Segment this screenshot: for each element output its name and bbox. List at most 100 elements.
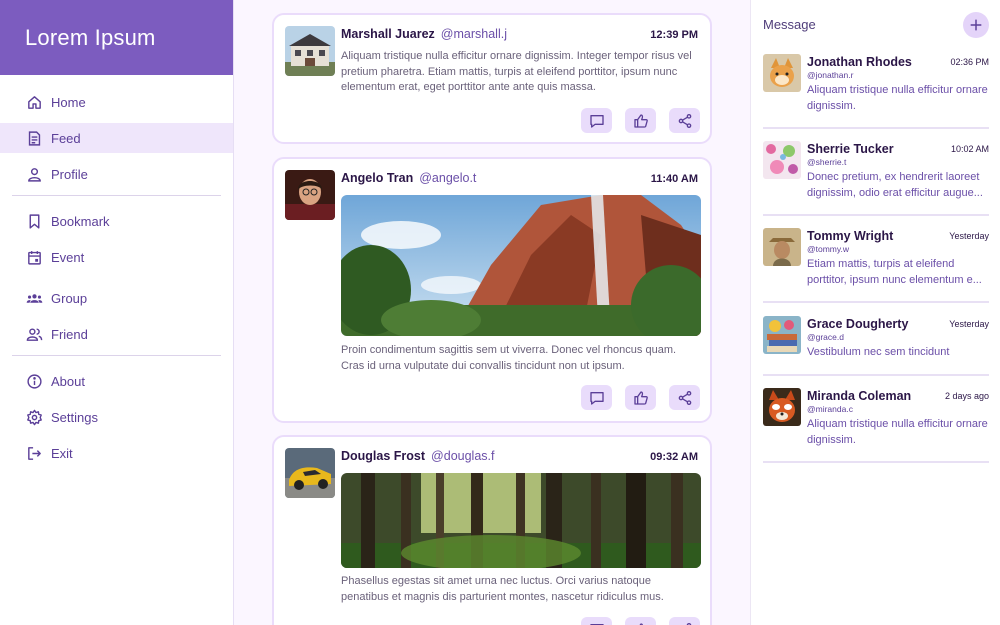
comment-button[interactable] [581,617,612,625]
nav-item-exit[interactable]: Exit [0,438,233,468]
share-icon [678,113,691,128]
avatar[interactable] [285,170,335,220]
like-button[interactable] [625,108,656,133]
nav-item-home[interactable]: Home [0,87,233,117]
new-message-button[interactable] [963,12,989,38]
nav-label-event: Event [51,249,85,265]
feed-icon [25,129,43,147]
post-author-handle[interactable]: @marshall.j [441,27,507,41]
feed[interactable]: Marshall Juarez @marshall.j 12:39 PM Ali… [234,0,750,625]
nav-item-about[interactable]: About [0,366,233,396]
message-sender-handle: @miranda.c [807,404,853,414]
nav-label-exit: Exit [51,445,73,461]
nav-item-friend[interactable]: Friend [0,319,233,349]
post-author-name[interactable]: Marshall Juarez [341,27,435,41]
comment-button[interactable] [581,385,612,410]
comment-button[interactable] [581,108,612,133]
share-icon [686,622,691,625]
message-sender-name: Miranda Coleman [807,389,912,403]
post-card: Douglas Frost @douglas.f 09:32 AM Phasel… [272,435,712,625]
message-sender-name: Grace Dougherty [807,317,909,331]
post-author-handle[interactable]: @douglas.f [431,449,494,463]
thumbs-up-icon [633,390,648,405]
post-time: 11:40 AM [650,173,698,185]
info-icon [25,372,43,390]
plus-icon [970,19,982,31]
post-author-handle[interactable]: @angelo.t [419,171,476,185]
calendar-icon [25,248,43,266]
avatar [763,388,801,426]
message-item[interactable]: Miranda Coleman 2 days ago @miranda.c Al… [763,388,989,463]
comment-icon [589,114,604,128]
comment-icon [589,623,604,625]
messages-title: Message [763,17,816,32]
post-card: Angelo Tran @angelo.t 11:40 AM Proin con… [272,157,712,423]
nav-item-settings[interactable]: Settings [0,402,233,432]
app-title: Lorem Ipsum [0,0,233,75]
post-author-name[interactable]: Douglas Frost [341,449,425,463]
post-text: Aliquam tristique nulla efficitur ornare… [341,50,692,93]
message-preview: Etiam mattis, turpis at eleifend porttit… [807,258,982,286]
avatar[interactable] [285,448,335,498]
nav-label-feed: Feed [51,130,81,146]
post-card: Marshall Juarez @marshall.j 12:39 PM Ali… [272,13,712,144]
message-item[interactable]: Grace Dougherty Yesterday @grace.d Vesti… [763,316,989,376]
sidebar: Lorem Ipsum Home Feed Profile Bookmark E… [0,0,234,625]
post-text: Phasellus egestas sit amet urna nec luct… [341,575,664,603]
avatar [763,228,801,266]
message-time: Yesterday [949,231,989,241]
post-actions [581,385,700,410]
friends-icon [25,325,43,343]
post-header: Marshall Juarez @marshall.j 12:39 PM [341,27,698,41]
group-icon [25,289,43,307]
post-time: 12:39 PM [650,29,698,41]
nav-label-settings: Settings [51,409,98,425]
message-time: 02:36 PM [950,57,989,67]
messages-panel: Message Jonathan Rhodes 02:36 PM @jonath… [750,0,1000,625]
nav-label-about: About [51,373,85,389]
nav-item-group[interactable]: Group [0,283,233,313]
share-button[interactable] [669,108,700,133]
nav-divider [12,195,221,196]
bookmark-icon [25,212,43,230]
gear-icon [25,408,43,426]
post-image[interactable] [341,473,701,568]
share-button[interactable] [669,617,700,625]
nav-item-bookmark[interactable]: Bookmark [0,206,233,236]
nav-label-group: Group [51,290,88,306]
message-sender-handle: @sherrie.t [807,157,847,167]
post-image[interactable] [341,195,701,336]
message-item[interactable]: Sherrie Tucker 10:02 AM @sherrie.t Donec… [763,141,989,216]
post-author-name[interactable]: Angelo Tran [341,171,413,185]
message-item[interactable]: Tommy Wright Yesterday @tommy.w Etiam ma… [763,228,989,303]
message-sender-handle: @jonathan.r [807,70,854,80]
message-preview: Vestibulum nec sem tincidunt [807,346,950,358]
avatar [763,141,801,179]
message-time: Yesterday [949,319,989,329]
post-text: Proin condimentum sagittis sem ut viverr… [341,344,677,372]
nav-label-profile: Profile [51,166,88,182]
nav-label-bookmark: Bookmark [51,213,110,229]
avatar[interactable] [285,26,335,76]
like-button[interactable] [625,385,656,410]
avatar [763,316,801,354]
nav-divider [12,355,221,356]
post-time: 09:32 AM [650,451,698,463]
post-actions [581,617,700,625]
nav-item-event[interactable]: Event [0,242,233,272]
post-header: Douglas Frost @douglas.f 09:32 AM [341,449,698,463]
post-actions [581,108,700,133]
message-preview: Aliquam tristique nulla efficitur ornare… [807,418,988,446]
nav-item-feed[interactable]: Feed [0,123,233,153]
share-icon [678,390,691,405]
message-time: 10:02 AM [950,144,989,154]
message-sender-name: Jonathan Rhodes [807,55,912,69]
home-icon [25,93,43,111]
nav-label-friend: Friend [51,326,88,342]
message-preview: Aliquam tristique nulla efficitur ornare… [807,84,988,112]
message-item[interactable]: Jonathan Rhodes 02:36 PM @jonathan.r Ali… [763,54,989,129]
like-button[interactable] [625,617,656,625]
share-button[interactable] [669,385,700,410]
person-icon [25,165,43,183]
nav-item-profile[interactable]: Profile [0,159,233,189]
